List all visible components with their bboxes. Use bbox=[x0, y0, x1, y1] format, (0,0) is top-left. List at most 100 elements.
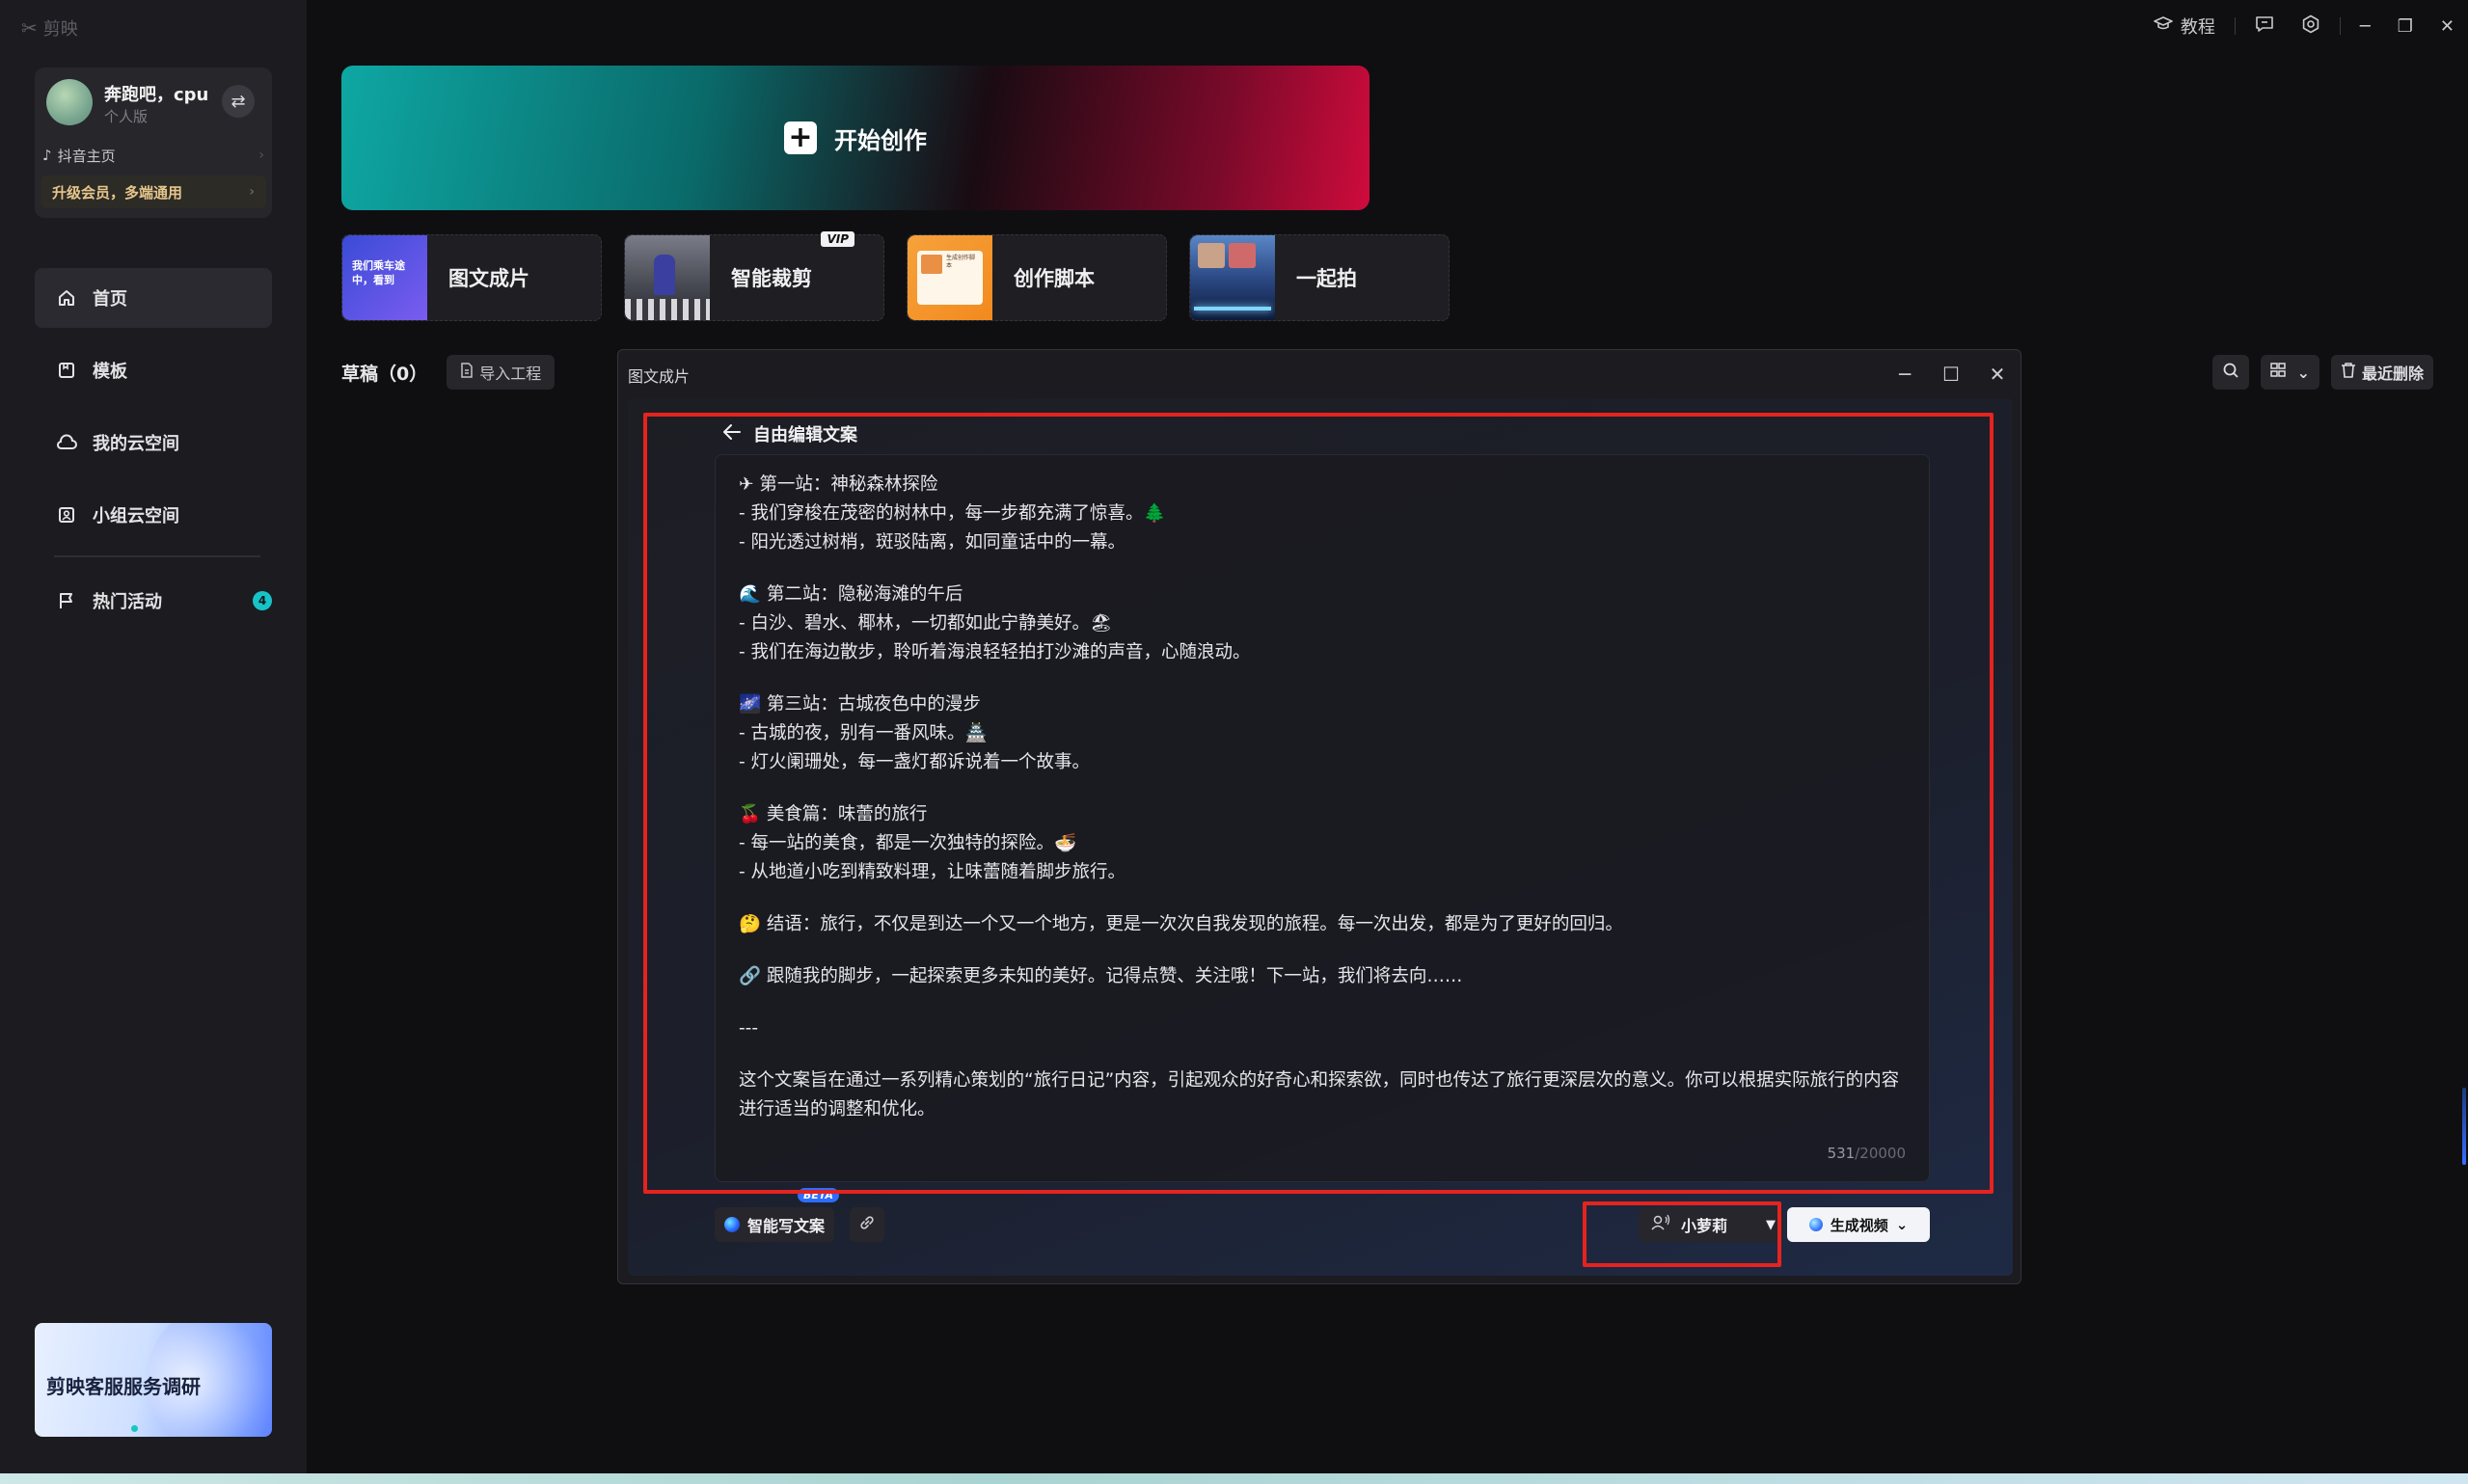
app-logo-text: 剪映 bbox=[42, 19, 78, 40]
character-counter: 531/20000 bbox=[1828, 1139, 1906, 1168]
nav-label-hot-events: 热门活动 bbox=[93, 592, 162, 612]
home-icon bbox=[56, 287, 77, 309]
chevron-right-icon: › bbox=[249, 184, 255, 200]
generate-video-button[interactable]: 生成视频 ⌄ bbox=[1787, 1207, 1930, 1242]
quick-action-script[interactable]: 生成创作脚本 创作脚本 bbox=[907, 234, 1167, 321]
nav-item-home[interactable]: 首页 bbox=[35, 268, 272, 328]
editor-line: - 从地道小吃到精致料理，让味蕾随着脚步旅行。 bbox=[739, 862, 1126, 882]
import-project-button[interactable]: 导入工程 bbox=[447, 355, 556, 390]
minimize-icon: ─ bbox=[1898, 363, 1912, 386]
nav-item-my-cloud[interactable]: 我的云空间 bbox=[35, 413, 272, 472]
view-mode-button[interactable]: ⌄ bbox=[2260, 355, 2319, 390]
editor-blank-line bbox=[739, 1043, 1906, 1066]
thumbnail-person bbox=[1229, 243, 1256, 268]
character-max: /20000 bbox=[1855, 1145, 1906, 1162]
taskbar-strip bbox=[0, 1473, 2468, 1484]
document-icon bbox=[460, 363, 474, 382]
dialog-footer: 智能写文案 BETA 小萝莉 ▼ 生成视频 ⌄ bbox=[715, 1188, 1930, 1246]
editor-line: - 阳光透过树梢，斑驳陆离，如同童话中的一幕。 bbox=[739, 532, 1126, 553]
smart-crop-thumbnail bbox=[625, 235, 710, 320]
minimize-button[interactable]: ─ bbox=[2346, 0, 2384, 52]
script-text-editor[interactable]: ✈ 第一站：神秘森林探险 - 我们穿梭在茂密的树林中，每一步都充满了惊喜。🌲 - 阳… bbox=[715, 454, 1930, 1182]
editor-line: ✈ 第一站：神秘森林探险 bbox=[739, 474, 938, 495]
recently-deleted-button[interactable]: 最近删除 bbox=[2330, 355, 2433, 390]
search-icon bbox=[2222, 362, 2239, 383]
import-project-label: 导入工程 bbox=[479, 364, 542, 383]
character-count: 531 bbox=[1827, 1145, 1856, 1162]
voice-label: 小萝莉 bbox=[1681, 1217, 1728, 1235]
quick-action-label: 智能裁剪 bbox=[731, 267, 812, 290]
quick-action-shoot-together[interactable]: 一起拍 bbox=[1189, 234, 1450, 321]
editor-line: - 白沙、碧水、椰林，一切都如此宁静美好。🏖 bbox=[739, 613, 1113, 634]
topbar-divider bbox=[2234, 17, 2236, 35]
start-create-button[interactable]: + 开始创作 bbox=[341, 66, 1370, 210]
ai-orb-icon bbox=[724, 1217, 740, 1232]
editor-line: 🌊 第二站：隐秘海滩的午后 bbox=[739, 584, 963, 605]
generate-orb-icon bbox=[1808, 1218, 1823, 1231]
vip-badge: VIP bbox=[821, 231, 854, 247]
survey-banner[interactable]: 剪映客服服务调研 bbox=[35, 1323, 272, 1437]
feedback-icon bbox=[2255, 15, 2274, 38]
dialog-close-button[interactable]: ✕ bbox=[1974, 350, 2021, 398]
search-button[interactable] bbox=[2211, 355, 2249, 390]
chevron-right-icon: › bbox=[258, 148, 264, 163]
editor-line: 🍒 美食篇：味蕾的旅行 bbox=[739, 804, 928, 824]
user-name: 奔跑吧，cpu bbox=[104, 85, 209, 105]
trash-icon bbox=[2341, 362, 2356, 383]
nav-divider bbox=[54, 555, 260, 557]
nav-item-templates[interactable]: 模板 bbox=[35, 340, 272, 400]
dialog-window-controls: ─ ☐ ✕ bbox=[1882, 350, 2021, 398]
quick-action-text-to-video[interactable]: 我们乘车途中，看到 图文成片 bbox=[341, 234, 602, 321]
gear-icon bbox=[2301, 14, 2320, 39]
back-button[interactable]: 自由编辑文案 bbox=[722, 421, 857, 446]
maximize-icon: ☐ bbox=[1942, 363, 1960, 386]
upgrade-vip-button[interactable]: 升级会员，多端通用 › bbox=[41, 175, 266, 208]
thumbnail-image bbox=[921, 255, 942, 274]
ai-write-copy-button[interactable]: 智能写文案 BETA bbox=[715, 1188, 840, 1242]
tutorial-button[interactable]: 教程 bbox=[2140, 0, 2229, 52]
cloud-icon bbox=[56, 432, 77, 453]
settings-button[interactable] bbox=[2288, 0, 2334, 52]
editor-content: ✈ 第一站：神秘森林探险 - 我们穿梭在茂密的树林中，每一步都充满了惊喜。🌲 - 阳… bbox=[739, 471, 1906, 1124]
close-icon: ✕ bbox=[2439, 15, 2454, 37]
nav-label-templates: 模板 bbox=[93, 362, 127, 382]
scrollbar-thumb[interactable] bbox=[2462, 1088, 2466, 1165]
chevron-down-icon: ⌄ bbox=[1895, 1216, 1909, 1233]
close-window-button[interactable]: ✕ bbox=[2427, 0, 2468, 52]
survey-banner-text: 剪映客服服务调研 bbox=[46, 1375, 201, 1398]
editor-line: 🔗 跟随我的脚步，一起探索更多未知的美好。记得点赞、关注哦！下一站，我们将去向…… bbox=[739, 966, 1463, 986]
voice-select[interactable]: 小萝莉 ▼ bbox=[1639, 1207, 1783, 1242]
feedback-button[interactable] bbox=[2241, 0, 2288, 52]
editor-blank-line bbox=[739, 991, 1906, 1014]
quick-action-label: 图文成片 bbox=[448, 267, 529, 290]
thumbnail-person bbox=[1198, 243, 1225, 268]
insert-link-button[interactable] bbox=[850, 1207, 884, 1242]
dialog-maximize-button[interactable]: ☐ bbox=[1928, 350, 1974, 398]
carousel-dot[interactable] bbox=[131, 1425, 138, 1432]
thumbnail-figure bbox=[654, 255, 675, 295]
dialog-minimize-button[interactable]: ─ bbox=[1882, 350, 1928, 398]
user-plan: 个人版 bbox=[104, 108, 149, 125]
generate-video-label: 生成视频 bbox=[1830, 1216, 1888, 1234]
avatar[interactable] bbox=[46, 79, 93, 125]
douyin-homepage-link[interactable]: ♪ 抖音主页 › bbox=[42, 141, 264, 170]
plus-icon: + bbox=[784, 121, 817, 154]
quick-action-smart-crop[interactable]: 智能裁剪 VIP bbox=[624, 231, 884, 321]
switch-account-button[interactable]: ⇄ bbox=[222, 85, 255, 118]
start-create-label: 开始创作 bbox=[834, 126, 927, 154]
user-card: 奔跑吧，cpu 个人版 ⇄ ♪ 抖音主页 › 升级会员，多端通用 › bbox=[35, 67, 272, 218]
nav-item-hot-events[interactable]: 热门活动 4 bbox=[35, 571, 272, 631]
editor-blank-line bbox=[739, 667, 1906, 690]
dialog-title: 图文成片 bbox=[628, 367, 691, 386]
restore-button[interactable]: ❐ bbox=[2384, 0, 2427, 52]
sidebar: ✂ 剪映 奔跑吧，cpu 个人版 ⇄ ♪ 抖音主页 › 升级会员，多端通用 › bbox=[0, 0, 307, 1473]
nav-item-team-cloud[interactable]: 小组云空间 bbox=[35, 485, 272, 545]
drafts-toolbar: ⌄ 最近删除 bbox=[2211, 355, 2433, 390]
douyin-icon: ♪ bbox=[42, 147, 52, 164]
shoot-together-thumbnail bbox=[1190, 235, 1275, 320]
editor-line: 🌌 第三站：古城夜色中的漫步 bbox=[739, 694, 981, 715]
quick-action-label: 一起拍 bbox=[1296, 267, 1357, 290]
editor-line: - 灯火阑珊处，每一盏灯都诉说着一个故事。 bbox=[739, 752, 1091, 772]
nav-label-team-cloud: 小组云空间 bbox=[93, 506, 179, 526]
link-icon bbox=[858, 1214, 876, 1235]
